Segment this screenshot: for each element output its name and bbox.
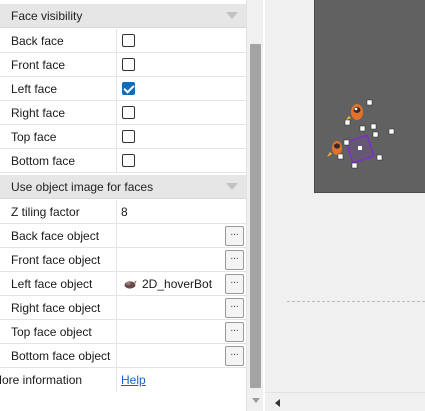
vertical-scrollbar[interactable]: [246, 0, 263, 411]
back-face-row: Back face: [0, 29, 246, 53]
section-title: Use object image for faces: [11, 180, 154, 194]
selection-handle[interactable]: [372, 131, 379, 138]
property-name: Left face: [11, 82, 58, 96]
column-divider: [116, 125, 117, 149]
front-face-row: Front face: [0, 53, 246, 77]
right-face-object-row: Right face object ...: [0, 296, 246, 320]
property-name: Right face object: [11, 301, 101, 315]
scene-editor[interactable]: [265, 0, 425, 411]
bottom-face-object-row: Bottom face object ...: [0, 344, 246, 368]
column-divider: [116, 224, 117, 248]
column-divider: [116, 248, 117, 272]
top-face-checkbox[interactable]: [122, 130, 135, 143]
selection-handle[interactable]: [388, 128, 395, 135]
selection-handle[interactable]: [366, 99, 373, 106]
z-tiling-input[interactable]: 8: [121, 205, 128, 219]
browse-button[interactable]: ...: [225, 226, 244, 246]
front-face-checkbox[interactable]: [122, 58, 135, 71]
column-divider: [116, 53, 117, 77]
column-divider: [116, 296, 117, 320]
column-divider: [116, 344, 117, 368]
column-divider: [116, 368, 117, 392]
properties-panel: Face visibility Back face Front face Lef…: [0, 0, 246, 392]
object-value[interactable]: 2D_hoverBot: [142, 277, 212, 291]
hoverbot-sprite[interactable]: [345, 104, 363, 121]
front-face-object-row: Front face object ...: [0, 248, 246, 272]
help-link[interactable]: Help: [121, 373, 146, 387]
property-name: Top face: [11, 130, 57, 144]
column-divider: [116, 149, 117, 173]
selection-handle[interactable]: [359, 125, 366, 132]
browse-button[interactable]: ...: [225, 346, 244, 366]
back-face-checkbox[interactable]: [122, 34, 135, 47]
top-face-row: Top face: [0, 125, 246, 149]
z-tiling-row: Z tiling factor 8: [0, 200, 246, 224]
right-face-checkbox[interactable]: [122, 106, 135, 119]
property-name: Z tiling factor: [11, 205, 80, 219]
collapse-icon[interactable]: [226, 12, 238, 19]
property-name: Right face: [11, 106, 66, 120]
selection-handle[interactable]: [370, 123, 377, 130]
column-divider: [116, 200, 117, 224]
property-name: Bottom face object: [11, 349, 111, 363]
column-divider: [116, 272, 117, 296]
column-divider: [116, 320, 117, 344]
property-name: Back face object: [11, 229, 100, 243]
property-name: Left face object: [11, 277, 93, 291]
selection-handle[interactable]: [344, 119, 351, 126]
object-image-header[interactable]: Use object image for faces: [0, 175, 246, 199]
column-divider: [116, 77, 117, 101]
hoverbot-object-icon: [124, 280, 137, 289]
column-divider: [116, 29, 117, 53]
property-name: Back face: [11, 34, 64, 48]
browse-button[interactable]: ...: [225, 274, 244, 294]
browse-button[interactable]: ...: [225, 298, 244, 318]
collapse-icon[interactable]: [226, 183, 238, 190]
bottom-face-row: Bottom face: [0, 149, 246, 173]
face-visibility-header[interactable]: Face visibility: [0, 4, 246, 28]
property-name: Bottom face: [11, 154, 76, 168]
property-name: More information: [0, 373, 83, 387]
left-face-row: Left face: [0, 77, 246, 101]
property-name: Front face: [11, 58, 66, 72]
browse-button[interactable]: ...: [225, 250, 244, 270]
scene-canvas[interactable]: [314, 0, 425, 193]
top-face-object-row: Top face object ...: [0, 320, 246, 344]
section-title: Face visibility: [11, 9, 83, 23]
scrollbar-thumb[interactable]: [250, 44, 261, 388]
selection-handle[interactable]: [337, 153, 344, 160]
property-name: Front face object: [11, 253, 101, 267]
scroll-left-arrow-icon[interactable]: [275, 399, 280, 407]
property-name: Top face object: [11, 325, 92, 339]
left-face-object-row: Left face object 2D_hoverBot ...: [0, 272, 246, 296]
horizontal-scrollbar[interactable]: [265, 392, 425, 411]
scroll-down-arrow-icon[interactable]: [252, 398, 260, 403]
bottom-face-checkbox[interactable]: [122, 154, 135, 167]
browse-button[interactable]: ...: [225, 322, 244, 342]
more-information-row: More information Help: [0, 368, 246, 392]
left-face-checkbox[interactable]: [122, 82, 135, 95]
column-divider: [116, 101, 117, 125]
selection-handle[interactable]: [376, 154, 383, 161]
right-face-row: Right face: [0, 101, 246, 125]
back-face-object-row: Back face object ...: [0, 224, 246, 248]
selection-handle[interactable]: [343, 139, 350, 146]
selection-handle[interactable]: [351, 162, 358, 169]
selection-handle[interactable]: [358, 146, 362, 150]
guide-line: [287, 301, 425, 302]
scene-objects[interactable]: [315, 0, 425, 193]
